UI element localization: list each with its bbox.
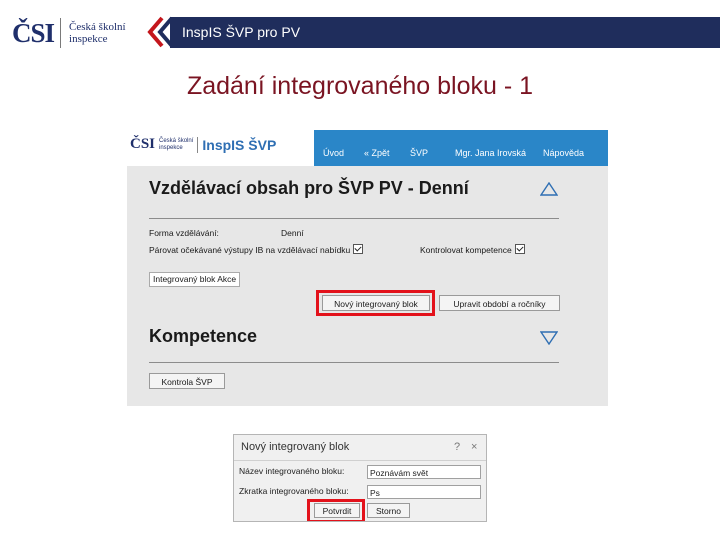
logo-text: Česká školní inspekce — [69, 21, 126, 45]
check-competences-option: Kontrolovat kompetence — [420, 244, 525, 255]
help-icon[interactable]: ? — [454, 441, 460, 453]
highlight-frame — [307, 499, 365, 521]
logo-line-2: inspekce — [69, 33, 108, 45]
nav-item-home[interactable]: Úvod — [323, 148, 344, 158]
abbr-label: Zkratka integrovaného bloku: — [239, 486, 349, 496]
new-block-dialog: Nový integrovaný blok ? × Název integrov… — [233, 434, 487, 522]
divider — [149, 362, 559, 363]
check-competences-label: Kontrolovat kompetence — [420, 245, 512, 255]
section-title-competences: Kompetence — [149, 326, 258, 346]
section-title-content: Vzdělávací obsah pro ŠVP PV - Denní — [149, 178, 469, 198]
app-logo-mark: ČSI — [130, 136, 156, 152]
app-logo-line-2: inspekce — [159, 144, 183, 151]
pair-outcomes-label: Párovat očekávané výstupy IB na vzděláva… — [149, 245, 351, 255]
app-logo-line-1: Česká školní — [159, 137, 194, 144]
app-nav: Úvod « Zpět ŠVP Mgr. Jana Irovská Nápově… — [314, 130, 608, 166]
nav-item-user[interactable]: Mgr. Jana Irovská — [455, 148, 526, 158]
logo-mark: ČSI — [12, 17, 55, 48]
check-competences-checkbox[interactable] — [514, 244, 525, 254]
app-logo: ČSI Česká školní inspekce InspIS ŠVP — [130, 136, 276, 153]
name-label: Název integrovaného bloku: — [239, 466, 345, 476]
nav-item-back[interactable]: « Zpět — [364, 148, 390, 158]
form-label: Forma vzdělávání: — [149, 228, 219, 238]
app-screenshot: ČSI Česká školní inspekce InspIS ŠVP Úvo… — [127, 130, 608, 406]
dialog-title: Nový integrovaný blok — [241, 441, 350, 453]
form-value: Denní — [281, 228, 304, 238]
nav-item-help[interactable]: Nápověda — [543, 148, 584, 158]
pair-outcomes-checkbox[interactable] — [353, 244, 364, 254]
check-svp-button[interactable]: Kontrola ŠVP — [149, 373, 225, 389]
integrated-block-tag[interactable]: Integrovaný blok Akce — [149, 272, 241, 287]
app-product-name: InspIS ŠVP — [202, 136, 277, 153]
header-bar: InspIS ŠVP pro PV — [170, 17, 720, 48]
nav-item-svp[interactable]: ŠVP — [410, 148, 428, 158]
app-topbar: ČSI Česká školní inspekce InspIS ŠVP Úvo… — [127, 130, 608, 166]
dialog-divider — [234, 460, 486, 461]
close-icon[interactable]: × — [471, 441, 477, 453]
collapse-triangle-icon[interactable] — [540, 182, 558, 196]
edit-periods-button[interactable]: Upravit období a ročníky — [439, 295, 560, 311]
slide-title: Zadání integrovaného bloku - 1 — [186, 72, 534, 100]
csi-logo: ČSI Česká školní inspekce — [12, 14, 126, 52]
expand-triangle-icon[interactable] — [540, 331, 558, 345]
logo-line-1: Česká školní — [69, 21, 126, 33]
logo-divider — [60, 18, 62, 48]
pair-outcomes-option: Párovat očekávané výstupy IB na vzděláva… — [149, 244, 364, 255]
cancel-button[interactable]: Storno — [367, 503, 410, 518]
abbr-input[interactable]: Ps — [367, 485, 481, 499]
app-logo-divider — [197, 136, 199, 153]
divider — [149, 218, 559, 219]
app-logo-text: Česká školní inspekce — [159, 138, 193, 152]
highlight-frame — [316, 290, 435, 316]
name-input[interactable]: Poznávám svět — [367, 465, 481, 479]
